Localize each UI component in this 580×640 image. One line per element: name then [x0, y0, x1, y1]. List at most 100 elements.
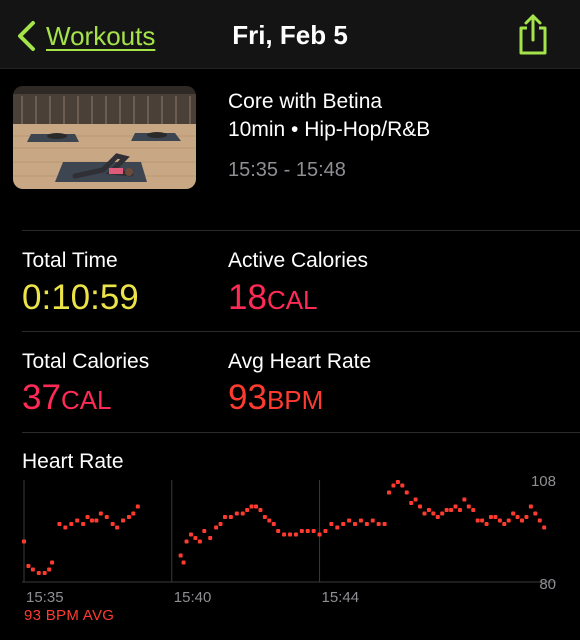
avg-heart-rate-unit: BPM [266, 385, 324, 415]
divider [22, 331, 580, 332]
heart-rate-point [121, 518, 126, 523]
heart-rate-point [104, 515, 109, 519]
heart-rate-point [462, 497, 467, 502]
heart-rate-point [400, 483, 405, 488]
heart-rate-point [267, 518, 272, 523]
workout-subtitle: 10min • Hip-Hop/R&B [228, 118, 430, 142]
x-tick-label: 15:44 [322, 589, 360, 606]
heart-rate-point [30, 567, 35, 572]
heart-rate-point [131, 511, 136, 516]
divider [22, 230, 580, 231]
heart-rate-point [497, 518, 502, 523]
heart-rate-point [110, 522, 115, 526]
heart-rate-point [184, 539, 189, 544]
y-tick-label: 108 [531, 473, 556, 490]
y-tick-label: 80 [539, 576, 556, 593]
share-icon[interactable] [514, 13, 552, 57]
heart-rate-point [480, 518, 485, 523]
heart-rate-point [329, 522, 334, 526]
heart-rate-point [36, 571, 41, 575]
heart-rate-point [364, 522, 369, 526]
heart-rate-average: 93 BPM AVG [24, 607, 115, 624]
heart-rate-point [471, 508, 476, 512]
heart-rate-point [81, 522, 86, 526]
heart-rate-point [202, 529, 207, 533]
heart-rate-point [440, 511, 445, 516]
heart-rate-point [493, 515, 498, 519]
heart-rate-point [218, 522, 223, 526]
heart-rate-point [135, 504, 140, 509]
heart-rate-point [370, 518, 375, 523]
workout-title: Core with Betina [228, 90, 383, 113]
workout-genre: Hip-Hop/R&B [304, 118, 431, 141]
heart-rate-point [537, 518, 542, 523]
back-button-label: Workouts [46, 20, 156, 51]
heart-rate-point [528, 504, 533, 509]
heart-rate-point [115, 525, 120, 530]
heart-rate-point [335, 525, 340, 530]
heart-rate-point [50, 560, 55, 565]
workout-thumbnail[interactable] [13, 86, 196, 189]
chart-grid [22, 480, 556, 583]
heart-rate-point [245, 508, 250, 512]
chart-ticks: 15:35 15:40 15:44 108 80 [26, 473, 556, 606]
heart-rate-point [431, 511, 436, 516]
heart-rate-point [323, 529, 328, 533]
heart-rate-point [208, 536, 213, 540]
active-calories-number: 18 [228, 278, 267, 317]
heart-rate-point [418, 504, 423, 509]
heart-rate-point [63, 525, 68, 530]
heart-rate-point [258, 508, 263, 512]
heart-rate-point [193, 536, 198, 540]
workout-time-range: 15:35 - 15:48 [228, 159, 346, 181]
heart-rate-point [453, 504, 458, 509]
heart-rate-point [94, 518, 99, 523]
heart-rate-point [520, 518, 525, 523]
active-calories-unit: CAL [266, 285, 318, 315]
heart-rate-point [228, 515, 233, 519]
heart-rate-point [126, 515, 131, 519]
heart-rate-point [413, 497, 418, 502]
heart-rate-point [181, 560, 186, 565]
workout-summary: Core with Betina 10min • Hip-Hop/R&B 15:… [0, 68, 580, 230]
total-calories-unit: CAL [60, 385, 112, 415]
heart-rate-point [178, 553, 183, 558]
heart-rate-point [382, 522, 387, 526]
back-button[interactable]: Workouts [14, 18, 155, 54]
heart-rate-point [542, 525, 547, 530]
active-calories-label: Active Calories [228, 249, 369, 272]
heart-rate-point [524, 515, 529, 519]
heart-rate-point [506, 518, 511, 523]
heart-rate-point [376, 522, 381, 526]
heart-rate-point [57, 522, 62, 526]
heart-rate-point [395, 480, 400, 484]
heart-rate-point [47, 567, 52, 572]
heart-rate-point [533, 511, 538, 516]
chart-points [22, 480, 547, 575]
nav-bar: Workouts Fri, Feb 5 [0, 0, 580, 69]
heart-rate-point [409, 501, 414, 505]
heart-rate-point [85, 515, 90, 519]
heart-rate-point [444, 508, 449, 512]
heart-rate-point [475, 518, 480, 523]
divider [22, 432, 580, 433]
chevron-left-icon [18, 21, 35, 51]
heart-rate-point [457, 508, 462, 512]
heart-rate-point [317, 532, 322, 537]
heart-rate-point [515, 515, 520, 519]
heart-rate-point [311, 529, 316, 533]
heart-rate-point [282, 532, 287, 537]
total-calories-value: 37CAL [22, 380, 112, 415]
heart-rate-point [222, 515, 227, 519]
heart-rate-point [341, 522, 346, 526]
heart-rate-point [299, 529, 304, 533]
heart-rate-point [466, 504, 471, 509]
heart-rate-point [249, 504, 254, 509]
heart-rate-point [435, 515, 440, 519]
heart-rate-point [197, 539, 202, 544]
heart-rate-point [214, 525, 219, 530]
avg-heart-rate-label: Avg Heart Rate [228, 350, 372, 373]
heart-rate-point [254, 504, 259, 509]
avg-heart-rate-value: 93BPM [228, 380, 323, 415]
heart-rate-point [188, 532, 193, 537]
